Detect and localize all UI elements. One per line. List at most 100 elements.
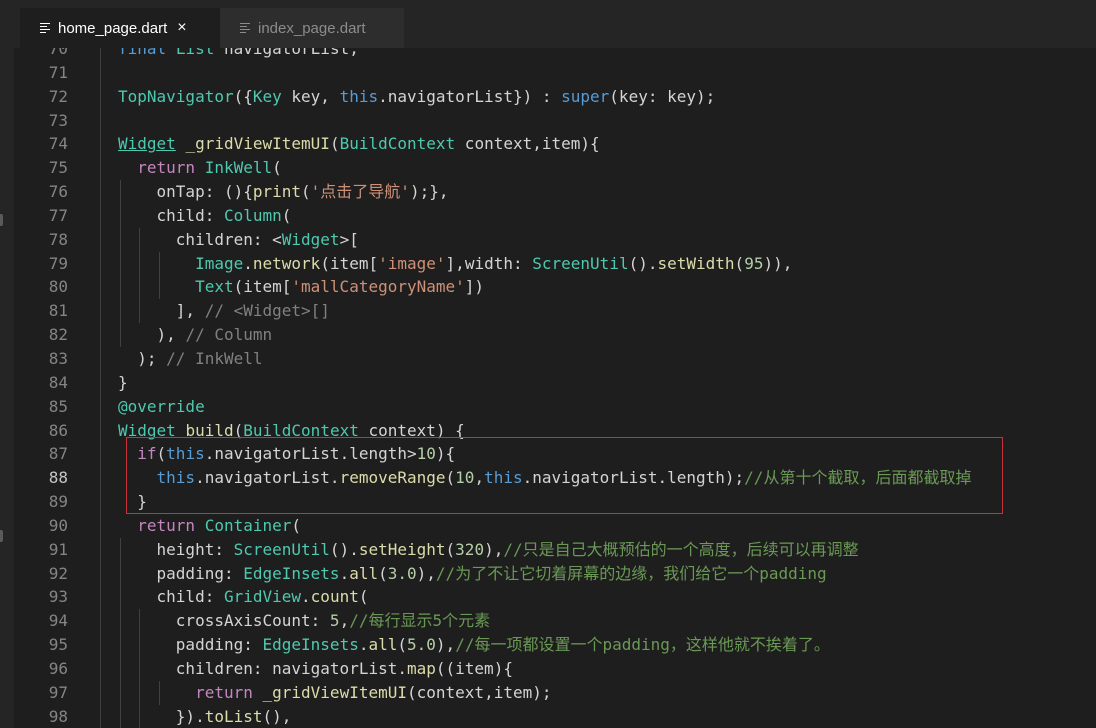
code-token: this	[339, 86, 379, 106]
indent-guide	[100, 132, 101, 157]
line-content: Widget _gridViewItemUI(BuildContext cont…	[118, 132, 600, 156]
code-token: (item[	[233, 277, 292, 297]
code-area[interactable]: 70 final List navigatorList; 71 72 TopNaviga…	[14, 48, 1096, 728]
code-token: height:	[118, 539, 234, 559]
indent-guide	[100, 227, 101, 252]
code-token: (	[397, 635, 408, 655]
code-token: map	[406, 658, 436, 678]
line-content: return _gridViewItemUI(context,item);	[118, 681, 552, 705]
code-token: ])	[464, 277, 485, 297]
indent-guide	[100, 346, 101, 371]
indent-guide	[100, 203, 101, 228]
code-token: 320	[455, 539, 485, 559]
tab-home-page[interactable]: home_page.dart ×	[20, 8, 220, 48]
line-number: 95	[48, 635, 68, 655]
code-token: this	[166, 444, 205, 464]
code-token: List	[175, 48, 215, 58]
code-token: _gridViewItemUI	[185, 134, 330, 154]
line-content: final List navigatorList;	[118, 48, 359, 61]
code-token: final	[118, 48, 167, 58]
tab-label: home_page.dart	[58, 19, 168, 37]
code-token: ){	[435, 444, 456, 464]
code-token: //从第十个截取，后面都截取掉	[744, 468, 972, 488]
line-content: }).toList(),	[118, 705, 292, 728]
code-token: //每行显示5个元素	[349, 611, 491, 631]
code-token: onTap: (){	[118, 182, 253, 202]
indent-guide	[100, 633, 101, 657]
indent-guide	[100, 704, 101, 728]
code-token: //每一项都设置一个padding，这样他就不挨着了。	[455, 635, 830, 655]
line-content: ); // InkWell	[118, 347, 262, 371]
code-token: crossAxisCount:	[118, 611, 330, 631]
indent-guide	[100, 513, 101, 538]
code-token: GridView	[223, 587, 302, 607]
file-lines-icon	[240, 22, 250, 34]
code-token: _gridViewItemUI	[262, 682, 408, 702]
code-token: BuildContext	[339, 134, 456, 154]
line-number: 94	[48, 611, 68, 631]
code-token: }	[118, 372, 128, 392]
code-token: 'mallCategoryName'	[291, 277, 465, 297]
code-token: navigatorList;	[214, 48, 359, 58]
line-number: 84	[48, 372, 68, 392]
code-token: Widget	[118, 420, 176, 440]
code-token: EdgeInsets	[262, 635, 359, 655]
line-number: 87	[48, 444, 68, 464]
code-token: ),	[416, 563, 436, 583]
code-editor: home_page.dart × index_page.dart 70 final…	[0, 0, 1096, 728]
code-token: 'image'	[378, 253, 446, 273]
code-token: BuildContext	[243, 420, 359, 440]
code-token: ),	[484, 539, 504, 559]
code-token: (	[378, 563, 388, 583]
code-token: padding:	[118, 635, 263, 655]
code-token: Widget	[118, 134, 176, 154]
code-token: @override	[118, 396, 205, 416]
code-token: (context,item);	[407, 682, 552, 702]
code-token: ().	[329, 539, 359, 559]
line-content: children: <Widget>[	[118, 228, 359, 252]
code-token: toList	[204, 706, 263, 726]
code-token: Widget	[281, 229, 340, 249]
indent-guide	[100, 418, 101, 443]
code-token: return	[137, 158, 196, 178]
line-content: onTap: (){print('点击了导航');},	[118, 180, 449, 204]
code-token: 95	[744, 253, 764, 273]
line-number: 81	[48, 301, 68, 321]
line-number: 80	[48, 277, 68, 297]
line-number: 70	[48, 48, 68, 58]
code-token: 5.0	[407, 635, 436, 655]
code-token: (	[233, 420, 244, 440]
code-token: .navigatorList.	[195, 468, 340, 488]
code-token: .navigatorList.length>	[204, 444, 417, 464]
code-token: (	[329, 134, 340, 154]
line-number: 77	[48, 205, 68, 225]
line-number: 82	[48, 325, 68, 345]
editor-tab-bar: home_page.dart × index_page.dart	[14, 0, 1096, 48]
code-token: 5	[329, 611, 340, 631]
line-content: @override	[118, 395, 205, 419]
code-token: print	[252, 182, 302, 202]
close-icon[interactable]: ×	[177, 20, 186, 36]
code-token: all	[368, 635, 398, 655]
code-token: if	[137, 444, 157, 464]
code-token: network	[252, 253, 321, 273]
code-token: (	[301, 182, 311, 202]
line-content: ), // Column	[118, 323, 273, 347]
line-content: this.navigatorList.removeRange(10,this.n…	[118, 466, 972, 491]
tab-index-page[interactable]: index_page.dart	[220, 8, 404, 48]
code-token: ScreenUtil	[532, 253, 629, 273]
code-token: //只是自己大概预估的一个高度，后续可以再调整	[503, 539, 859, 559]
code-token: Container	[204, 515, 292, 535]
activity-bar-edge	[0, 0, 14, 728]
code-token: this	[484, 468, 523, 488]
indent-guide	[100, 60, 101, 85]
code-token: ],width:	[445, 253, 533, 273]
